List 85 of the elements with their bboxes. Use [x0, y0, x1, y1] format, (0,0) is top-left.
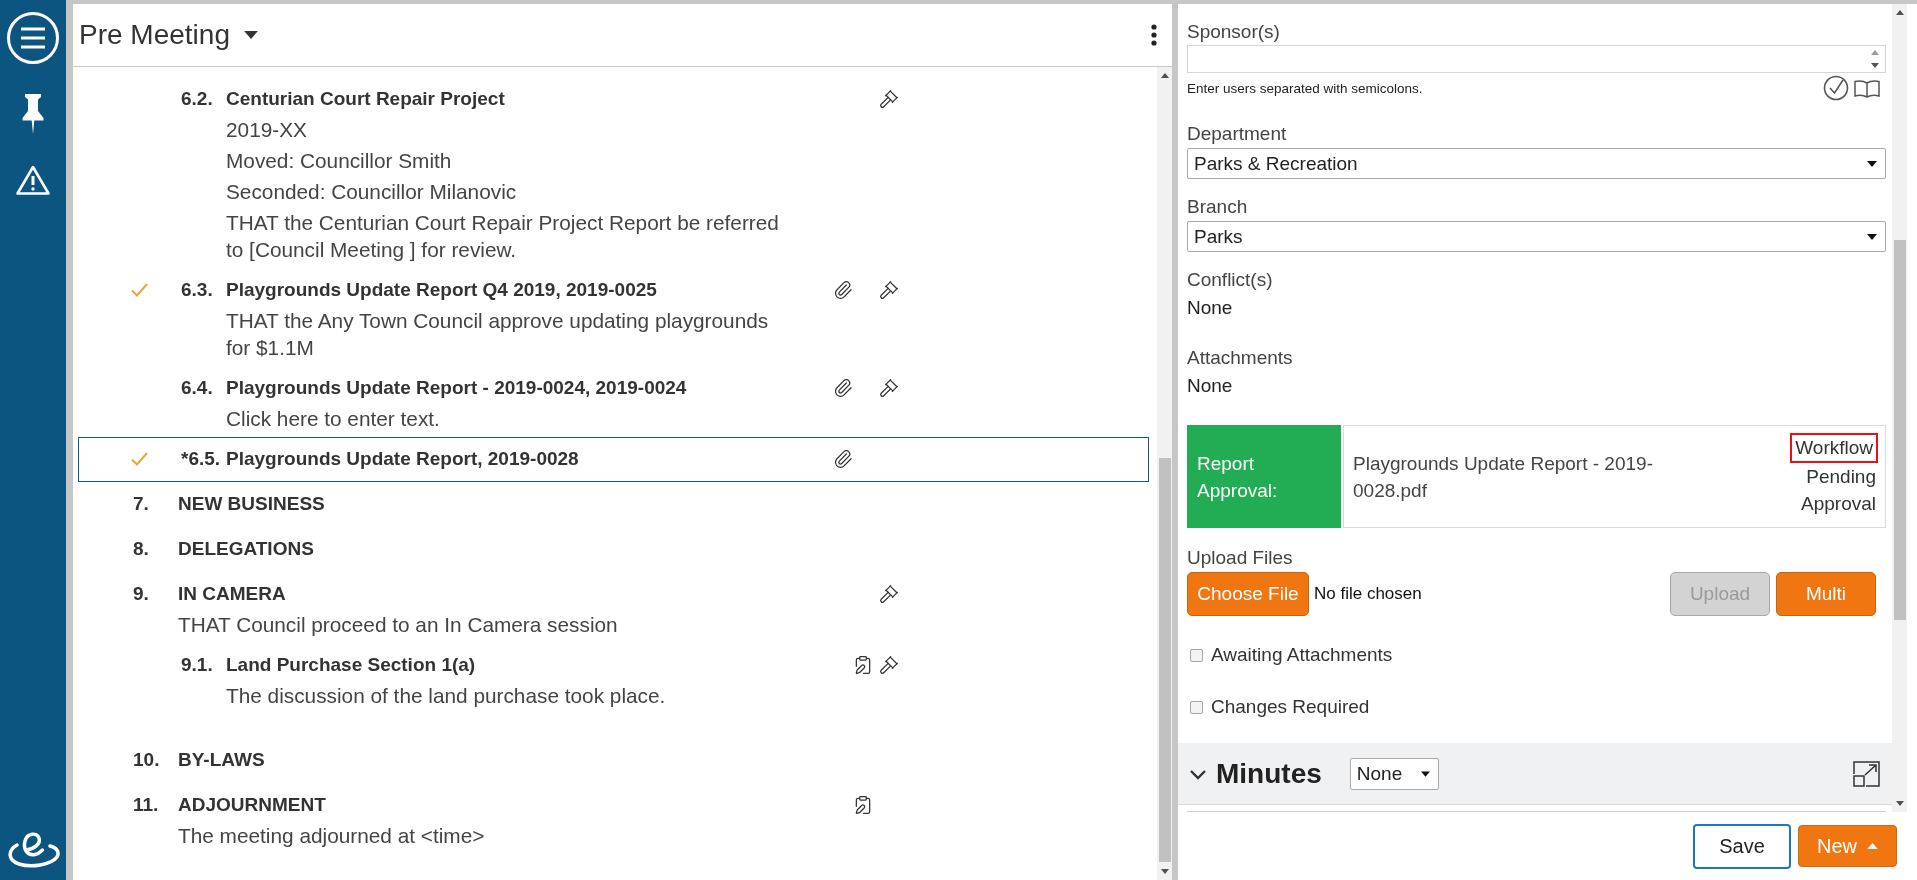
- scrollbar-thumb[interactable]: [1893, 240, 1906, 620]
- menu-icon[interactable]: [7, 12, 59, 64]
- scrollbar[interactable]: [1157, 67, 1172, 880]
- file-status-text: No file chosen: [1314, 584, 1422, 604]
- warning-icon[interactable]: [16, 165, 50, 195]
- item-text: THAT Council proceed to an In Camera session: [178, 612, 619, 638]
- dropdown[interactable]: Parks: [1187, 221, 1886, 252]
- footer-button[interactable]: Save: [1693, 823, 1791, 869]
- item-text: The discussion of the land purchase took place.: [226, 683, 667, 709]
- status-text: Pending Approval: [1800, 465, 1877, 516]
- caret-icon: [1867, 843, 1878, 849]
- expand-icon[interactable]: [1853, 760, 1880, 787]
- scroll-up-icon[interactable]: [1895, 10, 1904, 15]
- clipboard-edit-icon[interactable]: [853, 794, 873, 815]
- paperclip-icon[interactable]: [833, 377, 853, 398]
- item-number: 10.: [133, 748, 161, 772]
- caret-icon: [243, 31, 258, 39]
- input-field[interactable]: [1187, 45, 1886, 73]
- field-label: Upload Files: [1187, 546, 1294, 570]
- field-label: Sponsor(s): [1187, 20, 1281, 44]
- field-value: None: [1187, 296, 1234, 320]
- item-title[interactable]: NEW BUSINESS: [178, 490, 791, 517]
- scroll-down-icon[interactable]: [1895, 801, 1904, 806]
- checkbox[interactable]: [1190, 648, 1203, 662]
- item-number: 11.: [133, 793, 160, 817]
- dropdown[interactable]: Parks & Recreation: [1187, 148, 1886, 179]
- checkbox[interactable]: [1190, 700, 1203, 714]
- item-title[interactable]: ADJOURNMENT: [178, 791, 791, 818]
- gavel-icon[interactable]: [879, 88, 899, 109]
- item-title[interactable]: DELEGATIONS: [178, 535, 791, 562]
- item-title[interactable]: BY-LAWS: [178, 746, 791, 773]
- item-text: THAT the Centurian Court Repair Project Report be referred to [Council Meeting ] for review.: [226, 210, 780, 263]
- gavel-icon[interactable]: [879, 377, 899, 398]
- item-number: 9.1.: [181, 653, 214, 677]
- spin-arrows-icon[interactable]: [1871, 50, 1879, 68]
- checkbox-label[interactable]: Awaiting Attachments: [1211, 644, 1393, 666]
- item-number: *6.5.: [181, 447, 222, 471]
- item-title[interactable]: Playgrounds Update Report, 2019-0028: [226, 445, 791, 472]
- approval-label: Report Approval:: [1187, 425, 1341, 528]
- gavel-icon[interactable]: [879, 279, 899, 300]
- file-name[interactable]: Playgrounds Update Report - 2019-0028.pdf: [1353, 449, 1693, 504]
- field-label: Department: [1187, 122, 1288, 146]
- gavel-icon[interactable]: [879, 583, 899, 604]
- item-title[interactable]: Land Purchase Section 1(a): [226, 651, 791, 678]
- item-text: Click here to enter text.: [226, 406, 441, 432]
- item-title[interactable]: IN CAMERA: [178, 580, 791, 607]
- caret-icon: [1420, 770, 1430, 777]
- item-number: 8.: [133, 537, 150, 561]
- meeting-dropdown[interactable]: Pre Meeting: [79, 19, 258, 51]
- paperclip-icon[interactable]: [833, 279, 853, 300]
- hint-text: Enter users separated with semicolons.: [1187, 80, 1423, 96]
- scrollbar[interactable]: [1892, 4, 1907, 812]
- clipboard-edit-icon[interactable]: [853, 654, 873, 675]
- gavel-icon[interactable]: [879, 654, 899, 675]
- item-number: 9.: [133, 582, 150, 606]
- field-label: Attachments: [1187, 346, 1294, 370]
- check-circle-icon[interactable]: [1823, 75, 1849, 101]
- caret-icon: [1867, 233, 1877, 240]
- item-title[interactable]: Centurian Court Repair Project: [226, 85, 791, 112]
- selected-row[interactable]: *6.5. Playgrounds Update Report, 2019-0028: [78, 437, 1149, 482]
- field-label: Conflict(s): [1187, 268, 1274, 292]
- item-number: 6.3.: [181, 278, 214, 302]
- dropdown[interactable]: None: [1349, 757, 1439, 790]
- scroll-down-icon[interactable]: [1160, 869, 1169, 874]
- section-title: Minutes: [1216, 757, 1322, 790]
- checkbox-label[interactable]: Changes Required: [1211, 696, 1370, 718]
- item-text: The meeting adjourned at <time>: [178, 823, 486, 849]
- item-text: THAT the Any Town Council approve updating playgrounds for $1.1M: [226, 308, 770, 361]
- item-number: 7.: [133, 492, 150, 516]
- caret-icon: [1867, 160, 1877, 167]
- workflow-link[interactable]: Workflow: [1790, 433, 1878, 463]
- more-icon[interactable]: [1151, 24, 1157, 46]
- field-value: None: [1187, 374, 1234, 398]
- book-icon[interactable]: [1854, 78, 1880, 98]
- scroll-up-icon[interactable]: [1160, 73, 1169, 78]
- scrollbar-thumb[interactable]: [1158, 458, 1171, 862]
- item-number: 6.4.: [181, 376, 214, 400]
- item-title[interactable]: Playgrounds Update Report - 2019-0024, 2019-0024: [226, 374, 791, 401]
- paperclip-icon[interactable]: [833, 448, 853, 469]
- item-text: 2019-XX: [226, 117, 308, 143]
- item-text: Seconded: Councillor Milanovic: [226, 179, 518, 205]
- field-label: Branch: [1187, 195, 1249, 219]
- item-number: 6.2.: [181, 87, 214, 111]
- item-text: Moved: Councillor Smith: [226, 148, 453, 174]
- item-title[interactable]: Playgrounds Update Report Q4 2019, 2019-0025: [226, 276, 791, 303]
